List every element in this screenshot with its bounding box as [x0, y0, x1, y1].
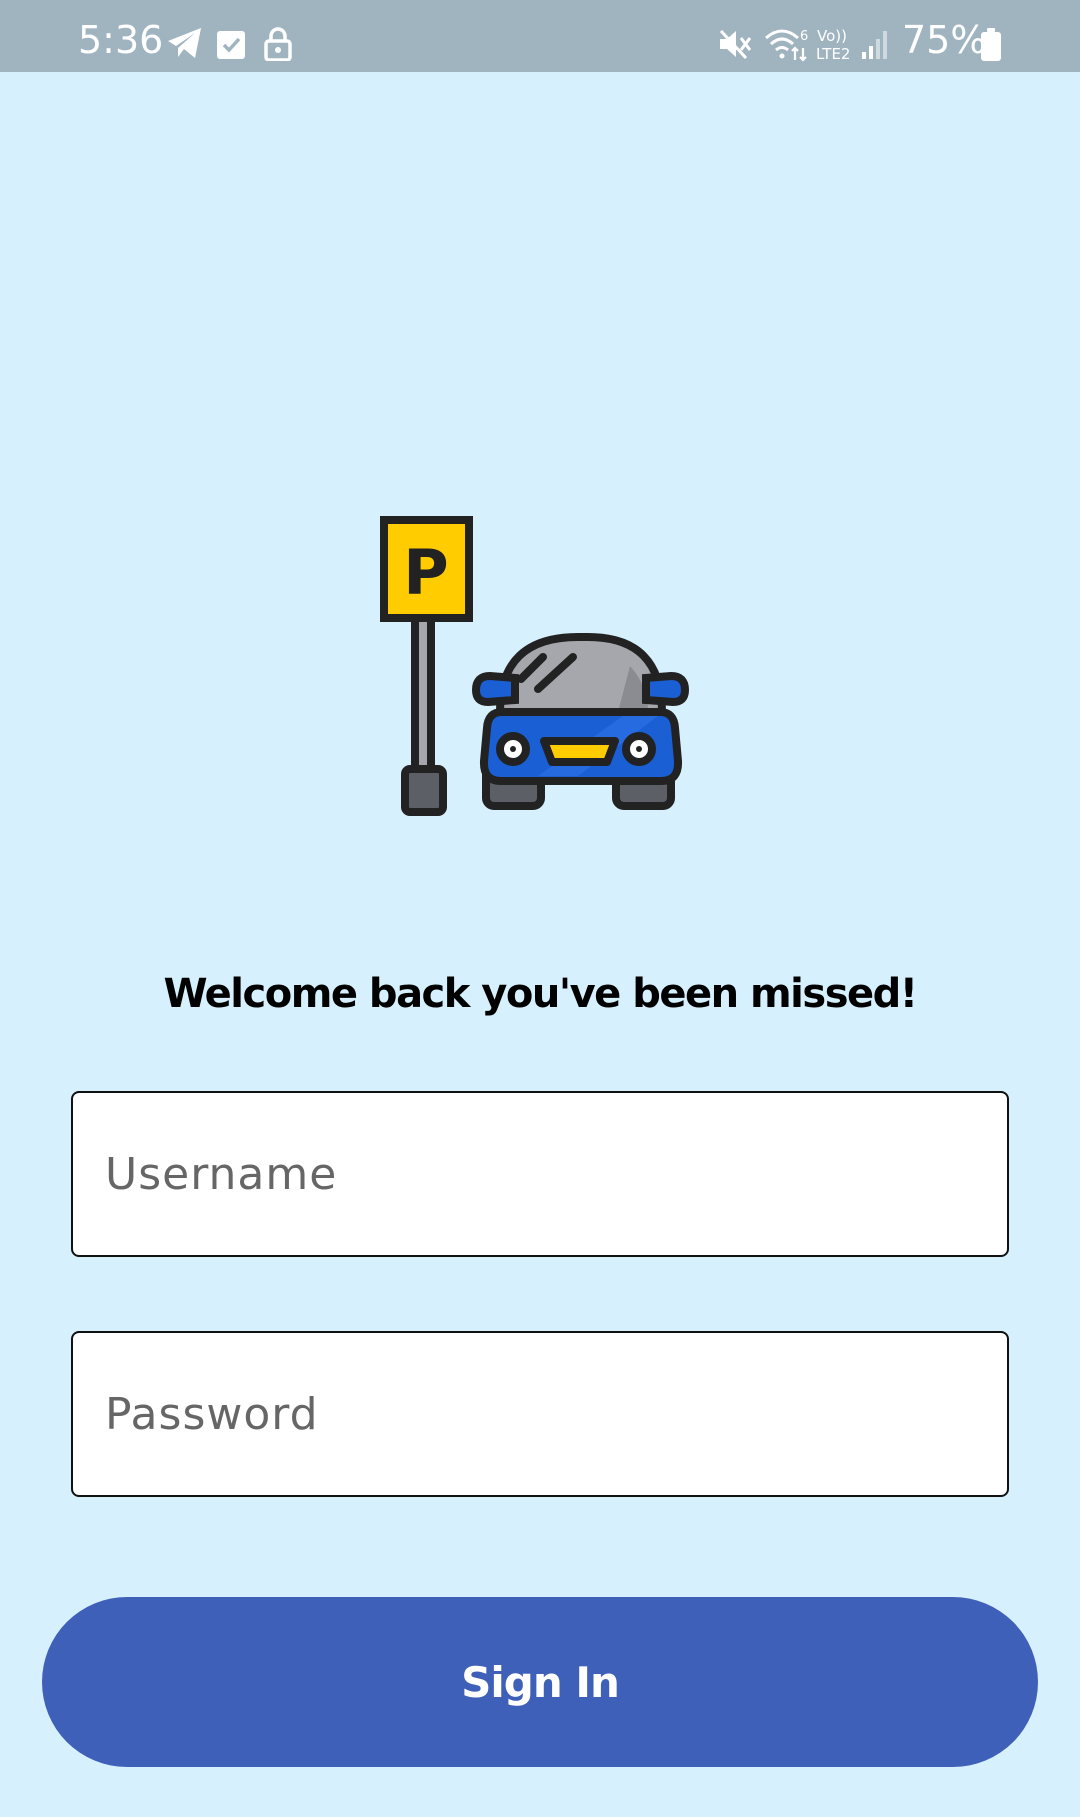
svg-text:Vo)): Vo)) — [817, 27, 847, 45]
parking-car-illustration: P — [380, 516, 690, 816]
parking-sign-letter: P — [403, 536, 448, 609]
parking-pole-base — [401, 765, 447, 816]
wifi-icon: 6 — [765, 29, 808, 62]
wifi-label: 6 — [800, 29, 808, 44]
volte-icon: Vo)) LTE2 — [816, 27, 850, 62]
welcome-heading: Welcome back you've been missed! — [163, 971, 918, 1017]
username-field[interactable] — [71, 1091, 1009, 1257]
battery-percentage: 75% — [902, 18, 987, 62]
svg-text:LTE2: LTE2 — [816, 45, 850, 62]
car-mirror-left — [471, 671, 519, 707]
battery-icon — [981, 28, 1001, 61]
sign-in-button[interactable]: Sign In — [42, 1597, 1038, 1767]
car-mirror-right — [642, 671, 690, 707]
mute-icon — [719, 29, 752, 60]
telegram-icon — [168, 28, 201, 58]
parking-pole — [411, 614, 435, 792]
status-bar: 5:36 6 Vo)) LTE2 75% — [0, 0, 1080, 72]
lock-icon — [264, 27, 292, 61]
check-square-icon — [217, 31, 245, 59]
signal-icon — [862, 31, 887, 59]
status-time: 5:36 — [78, 18, 164, 62]
password-field[interactable] — [71, 1331, 1009, 1497]
car-grille — [540, 737, 619, 766]
